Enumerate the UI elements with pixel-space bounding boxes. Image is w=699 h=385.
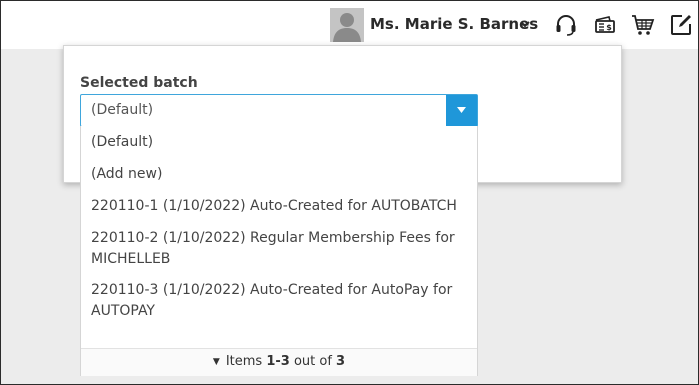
batch-select-value: (Default) <box>91 102 154 118</box>
batch-option-220110-1[interactable]: 220110-1 (1/10/2022) Auto-Created for AU… <box>91 196 475 217</box>
app-frame: Ms. Marie S. Barnes $ Selected batch (De… <box>0 0 699 385</box>
selected-batch-label: Selected batch <box>80 75 198 91</box>
batch-dropdown-list: (Default) (Add new) 220110-1 (1/10/2022)… <box>80 126 478 376</box>
chevron-down-icon[interactable] <box>519 19 531 29</box>
money-icon[interactable]: $ <box>593 13 617 37</box>
cart-icon[interactable] <box>631 13 655 37</box>
user-name[interactable]: Ms. Marie S. Barnes <box>370 15 538 33</box>
avatar-silhouette-icon <box>333 13 361 42</box>
top-bar: Ms. Marie S. Barnes $ <box>1 1 698 49</box>
batch-option-default[interactable]: (Default) <box>91 132 475 153</box>
batch-select[interactable]: (Default) <box>80 94 478 127</box>
batch-option-220110-2[interactable]: 220110-2 (1/10/2022) Regular Membership … <box>91 228 475 270</box>
user-avatar[interactable] <box>330 8 364 42</box>
batch-select-toggle[interactable] <box>446 95 477 126</box>
triangle-down-icon: ▼ <box>212 357 220 367</box>
caret-down-icon <box>457 107 466 113</box>
batch-option-add-new[interactable]: (Add new) <box>91 164 475 185</box>
list-pager-footer: ▼ Items 1-3 out of 3 <box>81 348 477 376</box>
headset-icon[interactable] <box>554 13 578 37</box>
svg-text:$: $ <box>606 23 612 32</box>
edit-icon[interactable] <box>669 13 693 37</box>
batch-option-220110-3[interactable]: 220110-3 (1/10/2022) Auto-Created for Au… <box>91 280 475 322</box>
